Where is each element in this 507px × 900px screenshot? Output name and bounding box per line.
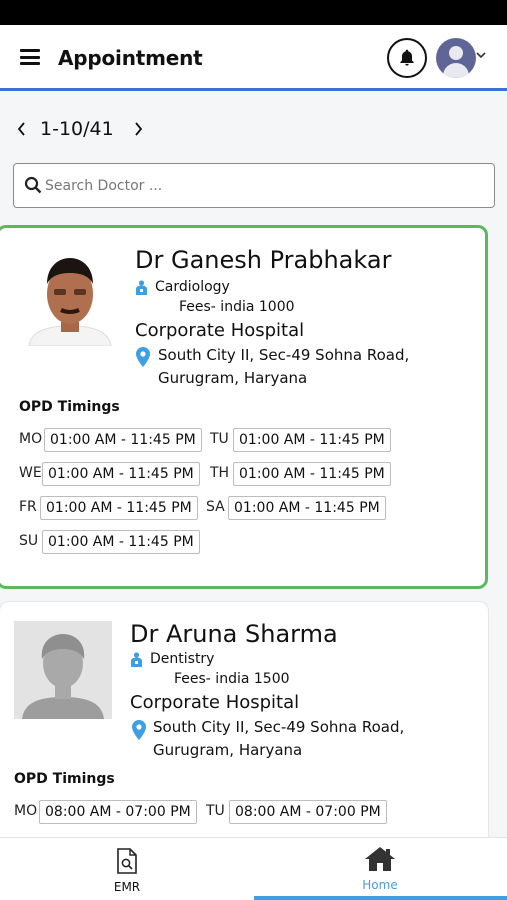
emr-document-icon	[117, 848, 137, 874]
active-tab-indicator	[254, 896, 507, 900]
chevron-down-icon[interactable]	[476, 51, 486, 59]
search-doctor-input[interactable]	[45, 174, 465, 198]
timing-day: WE	[19, 465, 42, 481]
doctor-name: Dr Ganesh Prabhakar	[135, 246, 392, 274]
doctor-icon	[131, 651, 142, 667]
bell-icon	[400, 49, 414, 66]
search-box	[13, 163, 495, 208]
address-line-2: Gurugram, Haryana	[153, 741, 303, 759]
address-line-1: South City II, Sec-49 Sohna Road,	[153, 718, 405, 736]
location-pin-icon	[136, 347, 150, 367]
doctor-fees: Fees- india 1500	[174, 671, 290, 687]
nav-home[interactable]: Home	[355, 846, 405, 892]
timing-slot: 01:00 AM - 11:45 PM	[44, 428, 202, 452]
pagination: 1-10/41	[14, 115, 146, 143]
timing-day: TU	[210, 431, 229, 447]
next-page-button[interactable]	[132, 122, 146, 136]
chevron-left-icon	[17, 122, 25, 136]
hospital-address: South City II, Sec-49 Sohna Road, Gurugr…	[153, 716, 404, 762]
timing-slot: 01:00 AM - 11:45 PM	[233, 462, 391, 486]
address-line-2: Gurugram, Haryana	[158, 369, 308, 387]
doctor-specialty: Dentistry	[131, 651, 214, 667]
user-avatar-icon[interactable]	[436, 38, 476, 78]
page-title: Appointment	[58, 46, 203, 70]
pagination-range: 1-10/41	[40, 118, 114, 140]
notification-button[interactable]	[387, 38, 427, 78]
timing-slot: 01:00 AM - 11:45 PM	[42, 462, 200, 486]
timing-day: MO	[14, 803, 38, 819]
specialty-label: Cardiology	[155, 279, 230, 295]
doctor-photo-placeholder	[14, 621, 112, 719]
opd-timings-label: OPD Timings	[19, 399, 120, 415]
chevron-right-icon	[135, 122, 143, 136]
timing-slot: 01:00 AM - 11:45 PM	[42, 530, 200, 554]
doctor-name: Dr Aruna Sharma	[130, 620, 338, 648]
timing-slot: 01:00 AM - 11:45 PM	[40, 496, 198, 520]
location-pin-icon	[132, 720, 146, 740]
status-bar	[0, 0, 507, 25]
hamburger-menu-icon[interactable]	[20, 49, 40, 65]
timing-day: TU	[206, 803, 225, 819]
doctor-icon	[136, 279, 147, 295]
timing-slot: 01:00 AM - 11:45 PM	[233, 428, 391, 452]
nav-emr-label: EMR	[113, 880, 141, 894]
timing-slot: 01:00 AM - 11:45 PM	[228, 496, 386, 520]
timing-day: TH	[210, 465, 230, 481]
hospital-name: Corporate Hospital	[135, 320, 305, 341]
timing-day: SA	[206, 499, 225, 515]
timing-day: FR	[19, 499, 37, 515]
doctor-card[interactable]: Dr Ganesh Prabhakar Cardiology Fees- ind…	[0, 225, 488, 589]
home-icon	[365, 847, 395, 871]
timing-day: MO	[19, 431, 43, 447]
search-icon	[24, 176, 42, 194]
previous-page-button[interactable]	[14, 122, 28, 136]
doctor-fees: Fees- india 1000	[179, 299, 295, 315]
timing-slot: 08:00 AM - 07:00 PM	[229, 800, 387, 824]
nav-home-label: Home	[362, 878, 398, 892]
doctor-photo	[21, 248, 119, 346]
specialty-label: Dentistry	[150, 651, 215, 667]
bottom-navigation: EMR Home	[0, 837, 507, 900]
timing-slot: 08:00 AM - 07:00 PM	[39, 800, 197, 824]
nav-emr[interactable]: EMR	[105, 848, 149, 894]
app-bar: Appointment	[0, 25, 507, 91]
hospital-name: Corporate Hospital	[130, 692, 300, 713]
opd-timings-label: OPD Timings	[14, 771, 115, 787]
hospital-address: South City II, Sec-49 Sohna Road, Gurugr…	[158, 344, 409, 390]
address-line-1: South City II, Sec-49 Sohna Road,	[158, 346, 410, 364]
doctor-specialty: Cardiology	[136, 279, 230, 295]
timing-day: SU	[19, 533, 39, 549]
